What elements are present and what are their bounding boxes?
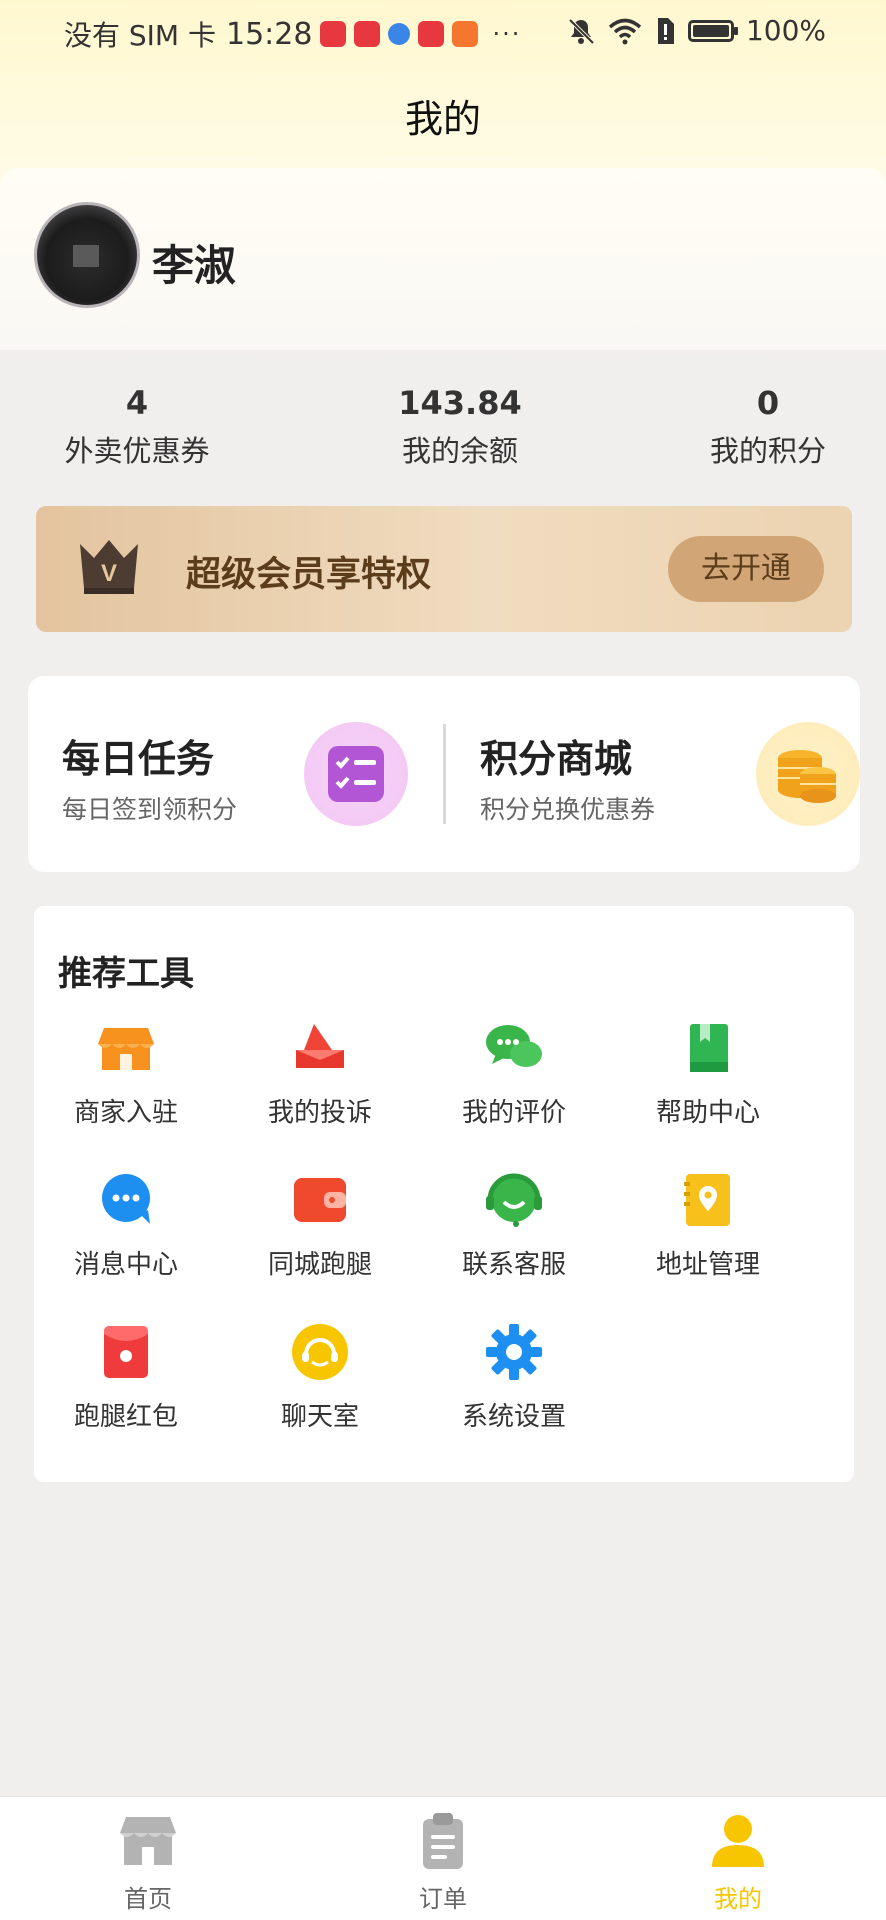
battery-icon xyxy=(687,19,738,42)
coins-icon xyxy=(756,722,860,826)
person-icon xyxy=(708,1811,768,1871)
tool-chatroom[interactable]: 聊天室 xyxy=(230,1322,410,1442)
tools-title: 推荐工具 xyxy=(58,954,194,994)
vip-open-button[interactable]: 去开通 xyxy=(668,536,824,602)
tool-label: 同城跑腿 xyxy=(267,1250,372,1280)
tool-my-complaints[interactable]: 我的投诉 xyxy=(230,1018,410,1138)
stat-value: 0 xyxy=(756,384,780,422)
app-notification-icon xyxy=(452,21,479,47)
tool-label: 地址管理 xyxy=(655,1250,760,1280)
tool-errand-red-packet[interactable]: 跑腿红包 xyxy=(36,1322,216,1442)
nav-label: 我的 xyxy=(714,1885,762,1913)
wallet-icon xyxy=(290,1170,350,1230)
tool-label: 跑腿红包 xyxy=(73,1402,178,1432)
stat-value: 143.84 xyxy=(398,384,522,422)
mute-bell-icon xyxy=(568,18,595,44)
red-envelope-icon xyxy=(96,1322,156,1382)
tool-label: 我的评价 xyxy=(461,1098,566,1128)
battery-percent: 100% xyxy=(745,14,826,47)
tools-card: 推荐工具 商家入驻 我的投诉 我的评价 帮助中心 消息中心 同城跑腿 联系客服 … xyxy=(34,906,854,1482)
tool-system-settings[interactable]: 系统设置 xyxy=(424,1322,604,1442)
points-mall[interactable]: 积分商城 积分兑换优惠券 xyxy=(446,676,860,872)
wifi-icon xyxy=(608,18,642,44)
page-title: 我的 xyxy=(404,97,481,141)
app-notification-icon xyxy=(418,21,445,47)
nav-mine[interactable]: 我的 xyxy=(648,1811,828,1914)
vip-banner[interactable]: V 超级会员享特权 去开通 xyxy=(36,506,852,632)
more-notifications: ··· xyxy=(492,20,522,48)
bottom-nav: 首页 订单 我的 xyxy=(0,1796,886,1920)
tool-label: 消息中心 xyxy=(73,1250,178,1280)
carrier-text: 没有 SIM 卡 xyxy=(64,19,216,52)
tool-label: 商家入驻 xyxy=(73,1098,178,1128)
headset-icon xyxy=(484,1170,544,1230)
avatar[interactable] xyxy=(34,202,140,308)
tool-merchant-join[interactable]: 商家入驻 xyxy=(36,1018,216,1138)
nav-orders[interactable]: 订单 xyxy=(353,1811,533,1914)
daily-task[interactable]: 每日任务 每日签到领积分 xyxy=(28,676,438,872)
chatroom-icon xyxy=(290,1322,350,1382)
nav-label: 首页 xyxy=(124,1885,172,1913)
tool-message-center[interactable]: 消息中心 xyxy=(36,1170,216,1290)
nav-home[interactable]: 首页 xyxy=(58,1811,238,1914)
tool-contact-support[interactable]: 联系客服 xyxy=(424,1170,604,1290)
status-time: 15:28 xyxy=(226,16,313,52)
stat-points[interactable]: 0 我的积分 xyxy=(658,384,878,470)
stat-label: 外卖优惠券 xyxy=(64,434,210,468)
stat-label: 我的积分 xyxy=(709,434,826,468)
tool-label: 我的投诉 xyxy=(267,1098,372,1128)
tool-label: 聊天室 xyxy=(280,1402,359,1432)
svg-text:V: V xyxy=(101,560,117,587)
stat-label: 我的余额 xyxy=(401,434,518,468)
daily-task-title: 每日任务 xyxy=(62,737,215,781)
task-card: 每日任务 每日签到领积分 积分商城 积分兑换优惠券 xyxy=(28,676,860,872)
browser-notification-icon xyxy=(388,23,411,45)
store-icon xyxy=(96,1018,156,1078)
sim-alert-icon xyxy=(657,17,674,44)
chat-bubbles-icon xyxy=(484,1018,544,1078)
nav-label: 订单 xyxy=(419,1885,467,1913)
vip-crown-icon: V xyxy=(80,540,138,594)
app-notification-icon xyxy=(320,21,347,47)
tool-label: 系统设置 xyxy=(461,1402,566,1432)
stat-value: 4 xyxy=(125,384,149,422)
tool-label: 联系客服 xyxy=(461,1250,566,1280)
status-left: 没有 SIM 卡 15:28 ··· xyxy=(64,14,521,54)
tool-help-center[interactable]: 帮助中心 xyxy=(618,1018,798,1138)
tool-local-errand[interactable]: 同城跑腿 xyxy=(230,1170,410,1290)
stats-row: 4 外卖优惠券 143.84 我的余额 0 我的积分 xyxy=(0,384,886,484)
tool-label: 帮助中心 xyxy=(655,1098,760,1128)
home-store-icon xyxy=(118,1811,178,1871)
clipboard-icon xyxy=(413,1811,473,1871)
points-mall-title: 积分商城 xyxy=(480,737,633,781)
tool-my-reviews[interactable]: 我的评价 xyxy=(424,1018,604,1138)
complaint-icon xyxy=(290,1018,350,1078)
user-name: 李淑 xyxy=(152,241,237,290)
status-bar: 没有 SIM 卡 15:28 ··· 100% xyxy=(0,0,886,62)
app-notification-icon xyxy=(354,21,381,47)
gear-icon xyxy=(484,1322,544,1382)
tool-address-management[interactable]: 地址管理 xyxy=(618,1170,798,1290)
status-right: 100% xyxy=(566,14,826,47)
location-pin-icon xyxy=(678,1170,738,1230)
profile-page: 没有 SIM 卡 15:28 ··· 100% 我的 李淑 4 外卖优惠券 14… xyxy=(0,0,886,1920)
points-mall-subtitle: 积分兑换优惠券 xyxy=(480,795,656,824)
stat-coupons[interactable]: 4 外卖优惠券 xyxy=(27,384,247,470)
daily-task-subtitle: 每日签到领积分 xyxy=(62,795,238,824)
stat-balance[interactable]: 143.84 我的余额 xyxy=(350,384,570,470)
vip-text: 超级会员享特权 xyxy=(186,555,432,595)
profile-card[interactable]: 李淑 xyxy=(0,168,886,350)
message-icon xyxy=(96,1170,156,1230)
checklist-icon xyxy=(304,722,408,826)
book-icon xyxy=(678,1018,738,1078)
